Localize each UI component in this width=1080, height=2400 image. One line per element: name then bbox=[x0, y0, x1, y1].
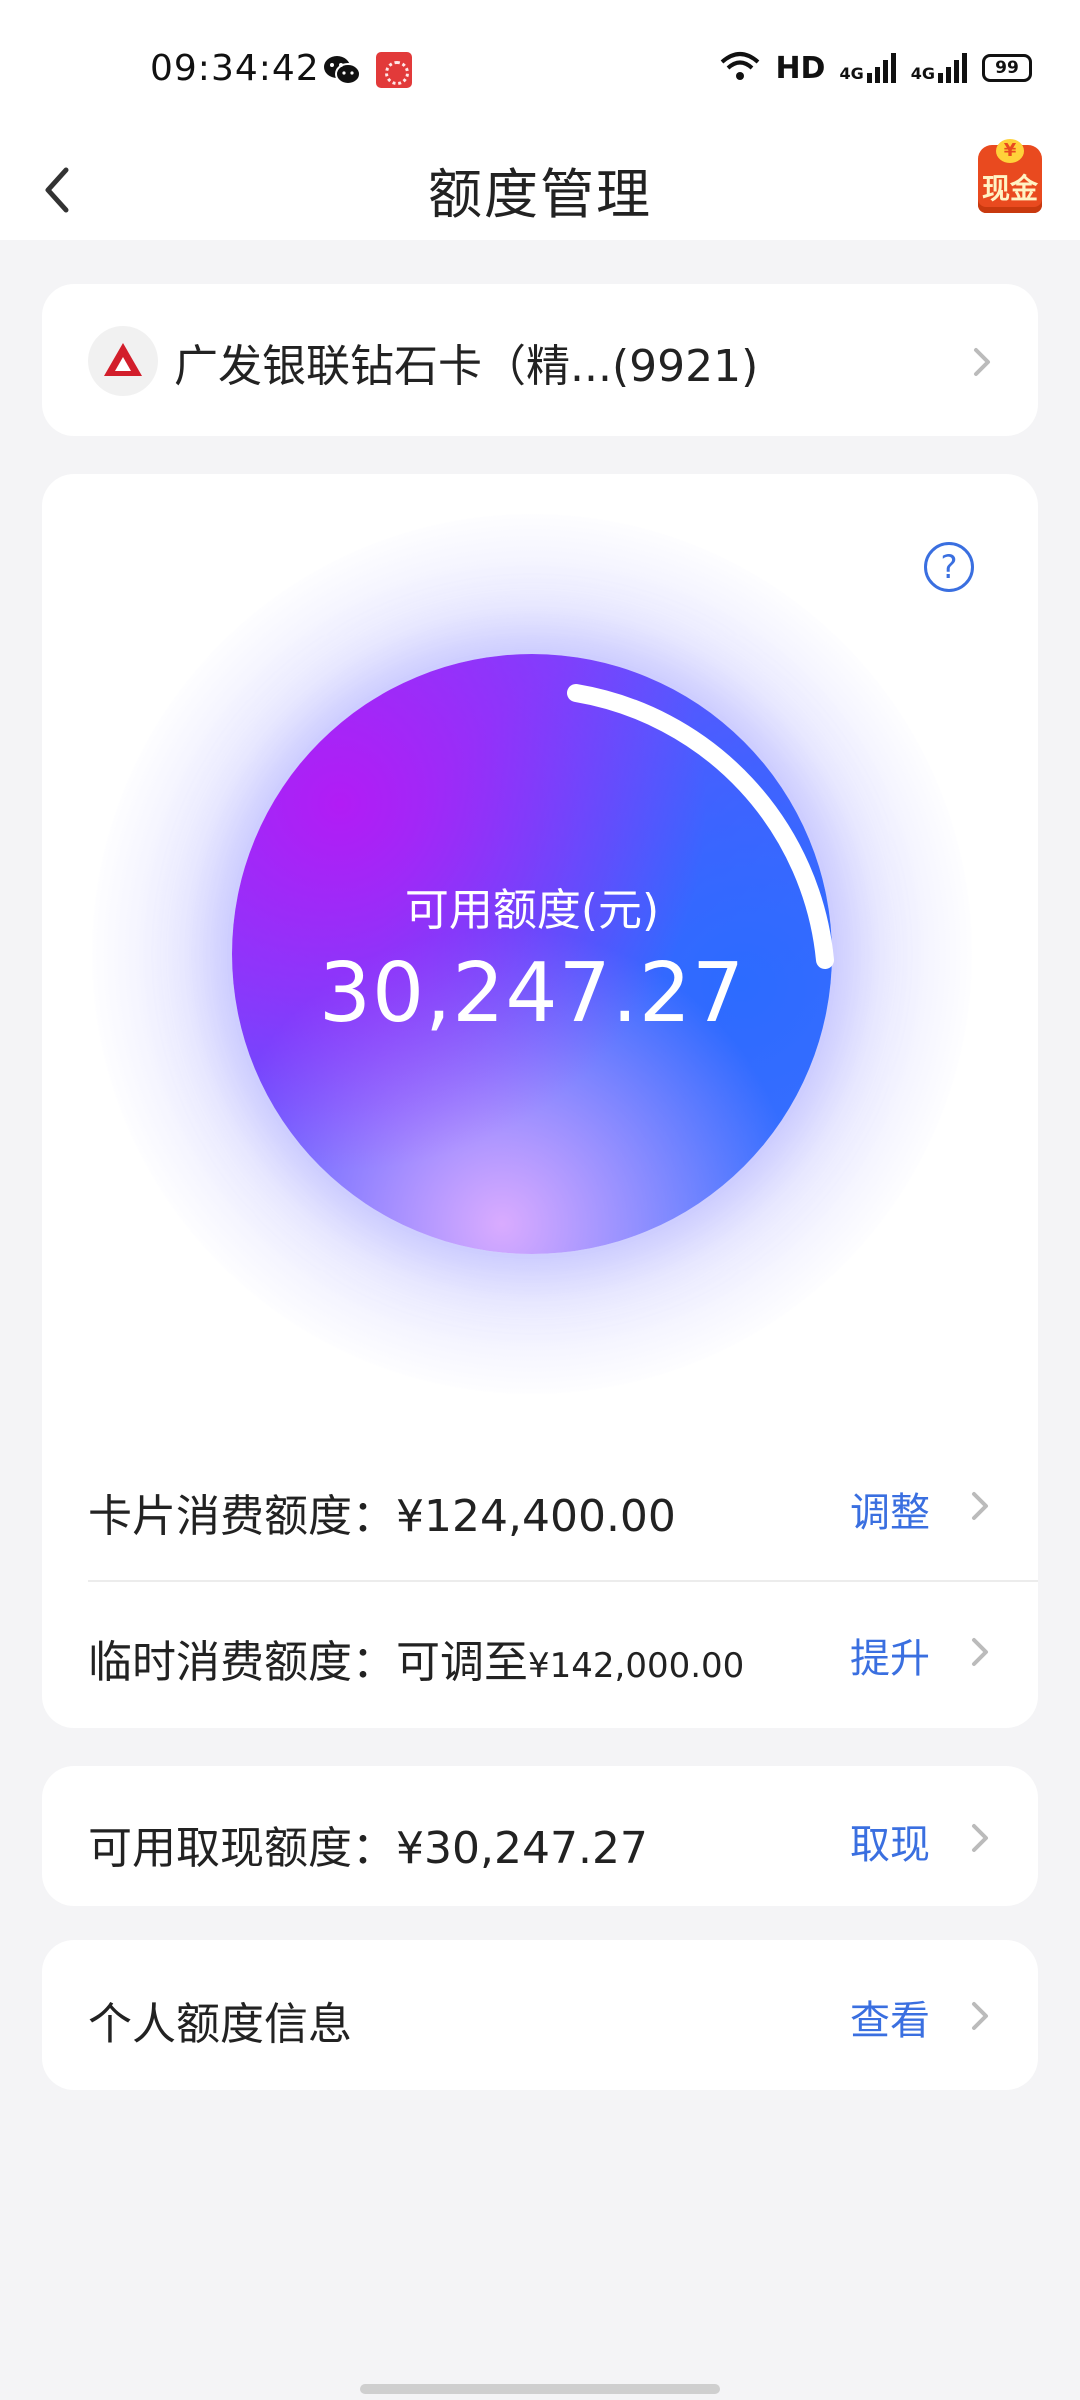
bank-card-name: 广发银联钻石卡（精...(9921) bbox=[174, 341, 759, 392]
view-button[interactable]: 查看 bbox=[850, 1988, 930, 2046]
temp-limit-label: 临时消费额度：可调至¥142,000.00 bbox=[88, 1637, 745, 1688]
chevron-right-icon bbox=[966, 1484, 994, 1528]
chevron-right-icon bbox=[968, 340, 996, 384]
cash-limit-row[interactable]: 可用取现额度：¥30,247.27 取现 bbox=[42, 1766, 1038, 1906]
available-limit-label: 可用额度(元) bbox=[404, 885, 660, 936]
personal-limit-info-row[interactable]: 个人额度信息 查看 bbox=[42, 1940, 1038, 2090]
personal-limit-info-label: 个人额度信息 bbox=[88, 1999, 352, 2050]
signal-icon: 4G bbox=[839, 53, 896, 83]
card-selector[interactable]: 广发银联钻石卡（精...(9921) bbox=[42, 284, 1038, 436]
card-limit-label: 卡片消费额度：¥124,400.00 bbox=[88, 1491, 676, 1542]
signal-icon-2: 4G bbox=[911, 53, 968, 83]
card-limit-row[interactable]: 卡片消费额度：¥124,400.00 调整 bbox=[42, 1440, 1038, 1572]
temp-limit-row[interactable]: 临时消费额度：可调至¥142,000.00 提升 bbox=[42, 1586, 1038, 1718]
cash-badge-button[interactable]: ¥ 现金 bbox=[978, 139, 1042, 213]
card-limit-value: ¥124,400.00 bbox=[396, 1491, 676, 1542]
help-icon[interactable]: ? bbox=[924, 542, 974, 592]
wechat-icon bbox=[322, 54, 362, 90]
available-limit-value: 30,247.27 bbox=[318, 946, 746, 1041]
cash-limit-label: 可用取现额度：¥30,247.27 bbox=[88, 1823, 648, 1874]
withdraw-button[interactable]: 取现 bbox=[850, 1812, 930, 1870]
coin-icon: ¥ bbox=[996, 139, 1024, 163]
home-indicator[interactable] bbox=[360, 2384, 720, 2394]
status-time: 09:34:42 bbox=[150, 48, 320, 89]
cash-badge-label: 现金 bbox=[981, 172, 1038, 205]
chevron-right-icon bbox=[966, 1816, 994, 1860]
app-notification-icon bbox=[376, 52, 412, 88]
row-divider bbox=[88, 1580, 1038, 1582]
hd-indicator: HD bbox=[775, 50, 826, 86]
nav-header: 额度管理 ¥ 现金 bbox=[0, 139, 1080, 240]
limit-card: 可用额度(元) 30,247.27 ? 卡片消费额度：¥124,400.00 调… bbox=[42, 474, 1038, 1728]
status-bar: 09:34:42 HD 4G 4G 99 bbox=[0, 0, 1080, 140]
bank-logo-icon bbox=[88, 326, 158, 396]
available-limit-orb: 可用额度(元) 30,247.27 bbox=[92, 514, 972, 1394]
battery-icon: 99 bbox=[982, 54, 1032, 82]
page-title: 额度管理 bbox=[428, 163, 652, 226]
cash-limit-value: ¥30,247.27 bbox=[396, 1823, 648, 1874]
raise-button[interactable]: 提升 bbox=[850, 1626, 930, 1684]
adjust-button[interactable]: 调整 bbox=[850, 1480, 930, 1538]
temp-limit-value: ¥142,000.00 bbox=[528, 1646, 745, 1686]
chevron-right-icon bbox=[966, 1994, 994, 2038]
wifi-icon bbox=[719, 50, 761, 86]
chevron-right-icon bbox=[966, 1630, 994, 1674]
